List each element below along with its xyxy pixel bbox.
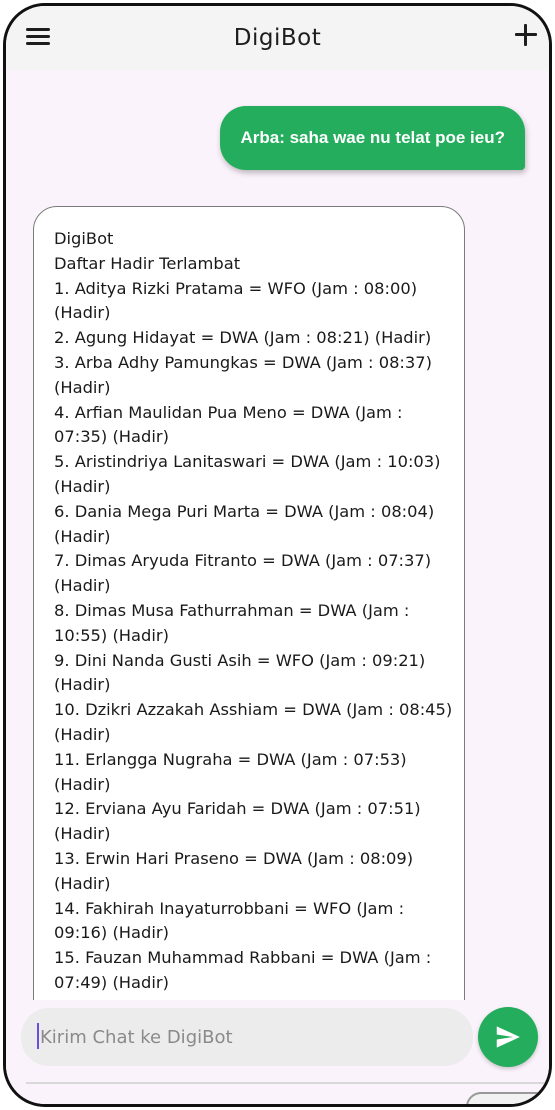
divider (26, 1082, 546, 1084)
bot-message-line: (Hadir) (54, 724, 111, 744)
hamburger-menu-icon[interactable] (26, 28, 50, 46)
chat-input-bar (6, 1000, 549, 1104)
bot-message-line: 1. Aditya Rizki Pratama = WFO (Jam : 08:… (54, 278, 418, 298)
app-screen: DigiBot Arba: saha wae nu telat poe ieu?… (3, 3, 552, 1107)
new-chat-plus-icon[interactable] (515, 24, 537, 46)
bot-message-line: Daftar Hadir Terlambat (54, 253, 241, 273)
bot-message-line: 6. Dania Mega Puri Marta = DWA (Jam : 08… (54, 501, 435, 521)
bot-message-line: 07:35) (Hadir) (54, 427, 169, 447)
bot-message-line: 07:49) (Hadir) (54, 972, 169, 992)
bot-message-line: 4. Arfian Maulidan Pua Meno = DWA (Jam : (54, 402, 403, 422)
bot-message-line: 8. Dimas Musa Fathurrahman = DWA (Jam : (54, 600, 410, 620)
bot-message-line: 7. Dimas Aryuda Fitranto = DWA (Jam : 07… (54, 551, 432, 571)
bot-message-line: 15. Fauzan Muhammad Rabbani = DWA (Jam : (54, 948, 432, 968)
text-cursor (37, 1023, 39, 1049)
bot-message-line: 9. Dini Nanda Gusti Asih = WFO (Jam : 09… (54, 650, 426, 670)
bot-message-line: 5. Aristindriya Lanitaswari = DWA (Jam :… (54, 452, 441, 472)
bot-message-line: (Hadir) (54, 824, 111, 844)
send-button[interactable] (478, 1007, 538, 1067)
bot-message-line: 10. Dzikri Azzakah Asshiam = DWA (Jam : … (54, 700, 453, 720)
bot-message-line: 2. Agung Hidayat = DWA (Jam : 08:21) (Ha… (54, 328, 432, 348)
bot-message-line: (Hadir) (54, 526, 111, 546)
bot-message-line: 12. Erviana Ayu Faridah = DWA (Jam : 07:… (54, 799, 421, 819)
bot-message-line: (Hadir) (54, 476, 111, 496)
bot-message-line: 11. Erlangga Nugraha = DWA (Jam : 07:53) (54, 749, 407, 769)
bot-message-line: (Hadir) (54, 303, 111, 323)
bot-message-line: 3. Arba Adhy Pamungkas = DWA (Jam : 08:3… (54, 352, 432, 372)
bot-message-line: (Hadir) (54, 576, 111, 596)
bot-message-text: DigiBot Daftar Hadir Terlambat 1. Aditya R… (54, 227, 453, 996)
bot-message-line: (Hadir) (54, 377, 111, 397)
app-bar: DigiBot (6, 6, 549, 70)
bot-message-bubble: DigiBot Daftar Hadir Terlambat 1. Aditya R… (33, 206, 465, 1000)
bot-message-line: 09:16) (Hadir) (54, 923, 169, 943)
device-frame: DigiBot Arba: saha wae nu telat poe ieu?… (0, 0, 555, 1110)
bot-message-line: (Hadir) (54, 675, 111, 695)
chat-input[interactable] (21, 1008, 473, 1066)
bot-message-line: DigiBot (54, 229, 114, 248)
bot-message-line: (Hadir) (54, 873, 111, 893)
bot-message-line: (Hadir) (54, 774, 111, 794)
app-title: DigiBot (233, 25, 322, 51)
bottom-widget[interactable] (466, 1092, 549, 1104)
chat-area[interactable]: Arba: saha wae nu telat poe ieu? DigiBot… (6, 70, 549, 1000)
bot-message-line: 10:55) (Hadir) (54, 625, 169, 645)
bot-message-line: 14. Fakhirah Inayaturrobbani = WFO (Jam … (54, 898, 405, 918)
user-message-bubble: Arba: saha wae nu telat poe ieu? (220, 106, 525, 170)
bot-message-line: 13. Erwin Hari Praseno = DWA (Jam : 08:0… (54, 848, 414, 868)
send-icon (496, 1026, 520, 1048)
